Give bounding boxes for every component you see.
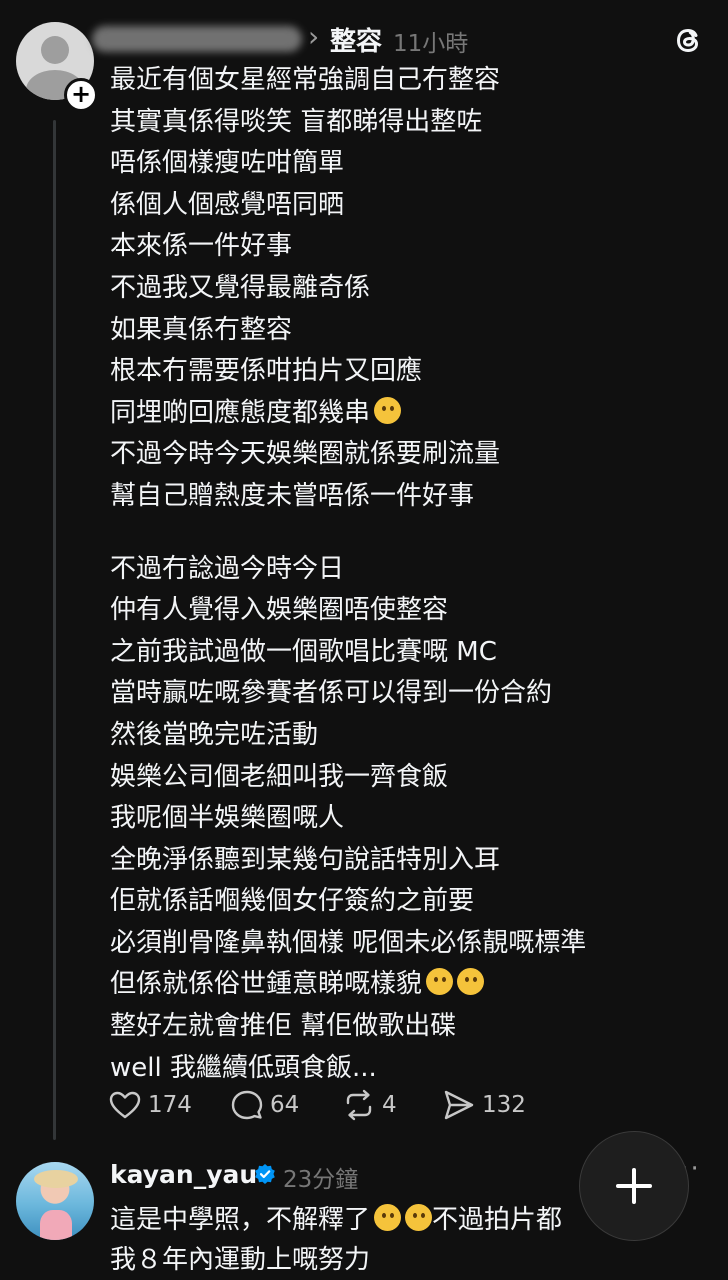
like-button[interactable]: 174 — [108, 1088, 192, 1122]
post-line: 不過今時今天娛樂圈就係要刷流量 — [110, 439, 501, 470]
post-line: 最近有個女星經常強調自己冇整容 — [110, 65, 501, 95]
post-content: 最近有個女星經常強調自己冇整容 其實真係得啖笑 盲都睇得出整咗 唔係個樣瘦咗咁簡… — [110, 60, 710, 1089]
thread-line — [53, 120, 56, 1140]
thinking-face-emoji-icon — [374, 396, 402, 424]
reply-line: 我８年內運動上嘅努力 — [110, 1245, 371, 1275]
raised-eyebrow-emoji-icon — [457, 968, 485, 996]
comment-bubble-icon — [231, 1090, 263, 1120]
post-line: 佢就係話嗰幾個女仔簽約之前要 — [110, 886, 475, 917]
thread-post: + › 整容 11小時 最近有個女星經常強調自己冇整容 其實真係得啖笑 盲都睇得… — [0, 0, 728, 1150]
verified-badge-icon — [255, 1164, 275, 1184]
reply-content: 這是中學照，不解釋了不過拍片都達 我８年內運動上嘅努力 — [110, 1200, 648, 1280]
like-count: 174 — [148, 1092, 192, 1118]
post-line: 當時贏咗嘅參賽者係可以得到一份合約 — [110, 678, 553, 709]
avatar-dress-shape — [40, 1210, 72, 1240]
share-button[interactable]: 132 — [442, 1088, 526, 1122]
post-line: 不過冇諗過今時今日 — [110, 553, 345, 584]
post-time: 11小時 — [393, 31, 469, 57]
post-line: 但係就係俗世鍾意睇嘅樣貌 — [110, 964, 710, 1006]
raised-eyebrow-emoji-icon — [426, 968, 454, 996]
post-line: 不過我又覺得最離奇係 — [110, 272, 371, 303]
post-line: 如果真係冇整容 — [110, 314, 293, 345]
post-line: well 我繼續低頭食飯... — [110, 1052, 377, 1083]
reply-author-avatar[interactable] — [16, 1162, 94, 1240]
post-line: 本來係一件好事 — [110, 231, 293, 262]
reply-username[interactable]: kayan_yau — [110, 1160, 257, 1189]
post-line: 我呢個半娛樂圈嘅人 — [110, 803, 345, 834]
avatar-hat-shape — [34, 1170, 78, 1188]
flushed-face-emoji-icon — [405, 1204, 433, 1231]
plus-icon — [616, 1168, 652, 1204]
threads-logo-icon[interactable] — [671, 22, 707, 58]
post-line: 係個人個感覺唔同晒 — [110, 189, 345, 220]
reply-button[interactable]: 64 — [230, 1088, 299, 1122]
post-line: 幫自己贈熱度未嘗唔係一件好事 — [110, 480, 475, 511]
post-line: 其實真係得啖笑 盲都睇得出整咗 — [110, 106, 483, 137]
post-line-text: 同埋啲回應態度都幾串 — [110, 397, 371, 428]
reply-line: 這是中學照，不解釋了不過拍片都達 — [110, 1200, 648, 1240]
post-line: 整好左就會推佢 幫佢做歌出碟 — [110, 1011, 457, 1042]
post-line: 全晚淨係聽到某幾句說話特別入耳 — [110, 844, 501, 875]
send-icon — [444, 1090, 474, 1120]
post-line: 然後當晚完咗活動 — [110, 719, 319, 750]
repost-button[interactable]: 4 — [342, 1088, 397, 1122]
author-username-blurred[interactable] — [92, 26, 302, 52]
reply-line-text: 不過拍片都 — [432, 1205, 563, 1235]
reply-time: 23分鐘 — [283, 1167, 359, 1193]
post-line: 必須削骨隆鼻執個樣 呢個未必係靚嘅標準 — [110, 927, 587, 958]
reply-count: 64 — [270, 1092, 300, 1118]
heart-icon — [109, 1091, 141, 1119]
hand-over-mouth-emoji-icon — [374, 1204, 402, 1231]
reply-line-text: 這是中學照，不解釋了 — [110, 1205, 371, 1235]
post-line: 仲有人覺得入娛樂圈唔使整容 — [110, 595, 449, 626]
topic-tag[interactable]: 整容 — [330, 21, 382, 58]
repost-count: 4 — [382, 1092, 397, 1118]
post-line: 之前我試過做一個歌唱比賽嘅 MC — [110, 636, 497, 667]
post-line: 根本冇需要係咁拍片又回應 — [110, 356, 423, 387]
new-thread-button[interactable] — [579, 1131, 689, 1241]
post-line: 同埋啲回應態度都幾串 — [110, 393, 710, 435]
post-line: 唔係個樣瘦咗咁簡單 — [110, 148, 345, 179]
post-line-text: 但係就係俗世鍾意睇嘅樣貌 — [110, 969, 423, 1000]
post-line: 娛樂公司個老細叫我一齊食飯 — [110, 761, 449, 792]
topic-separator: › — [308, 20, 320, 53]
avatar-head-shape — [41, 36, 69, 64]
repost-icon — [346, 1089, 372, 1121]
follow-button[interactable]: + — [64, 78, 98, 112]
share-count: 132 — [482, 1092, 526, 1118]
